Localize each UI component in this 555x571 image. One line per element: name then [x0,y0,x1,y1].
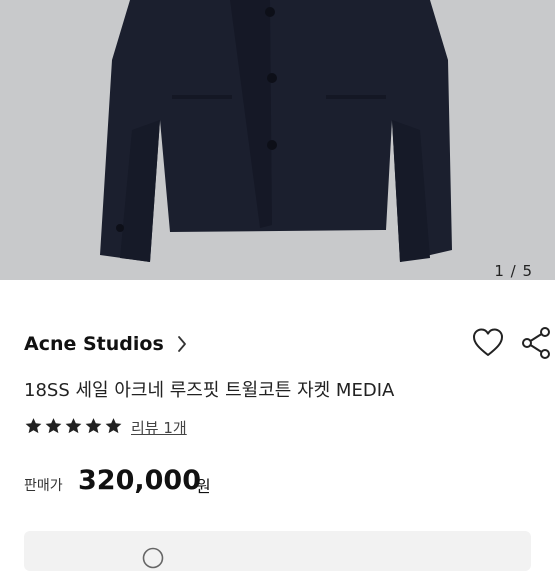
price-currency: 원 [196,477,211,496]
brand-row[interactable]: Acne Studios [24,326,550,362]
star-rating [24,416,126,438]
star-icon [45,418,62,434]
star-icon [65,418,82,434]
brand-name[interactable]: Acne Studios [24,333,164,355]
info-icon [142,547,164,569]
star-icon [85,418,102,434]
product-image[interactable]: 1 / 5 [0,0,555,280]
price-value: 320,000 [78,465,201,496]
image-counter: 1 / 5 [494,262,533,280]
coupon-banner[interactable] [24,531,531,571]
heart-icon[interactable] [471,326,505,360]
price-label: 판매가 [24,478,63,494]
jacket-illustration [0,0,555,280]
chevron-right-icon[interactable] [177,335,187,353]
share-icon[interactable] [520,326,554,360]
star-icon [25,418,42,434]
product-title: 18SS 세일 아크네 루즈핏 트윌코튼 자켓 MEDIA [24,380,395,401]
review-link[interactable]: 리뷰 1개 [131,417,187,438]
star-icon [105,418,122,434]
